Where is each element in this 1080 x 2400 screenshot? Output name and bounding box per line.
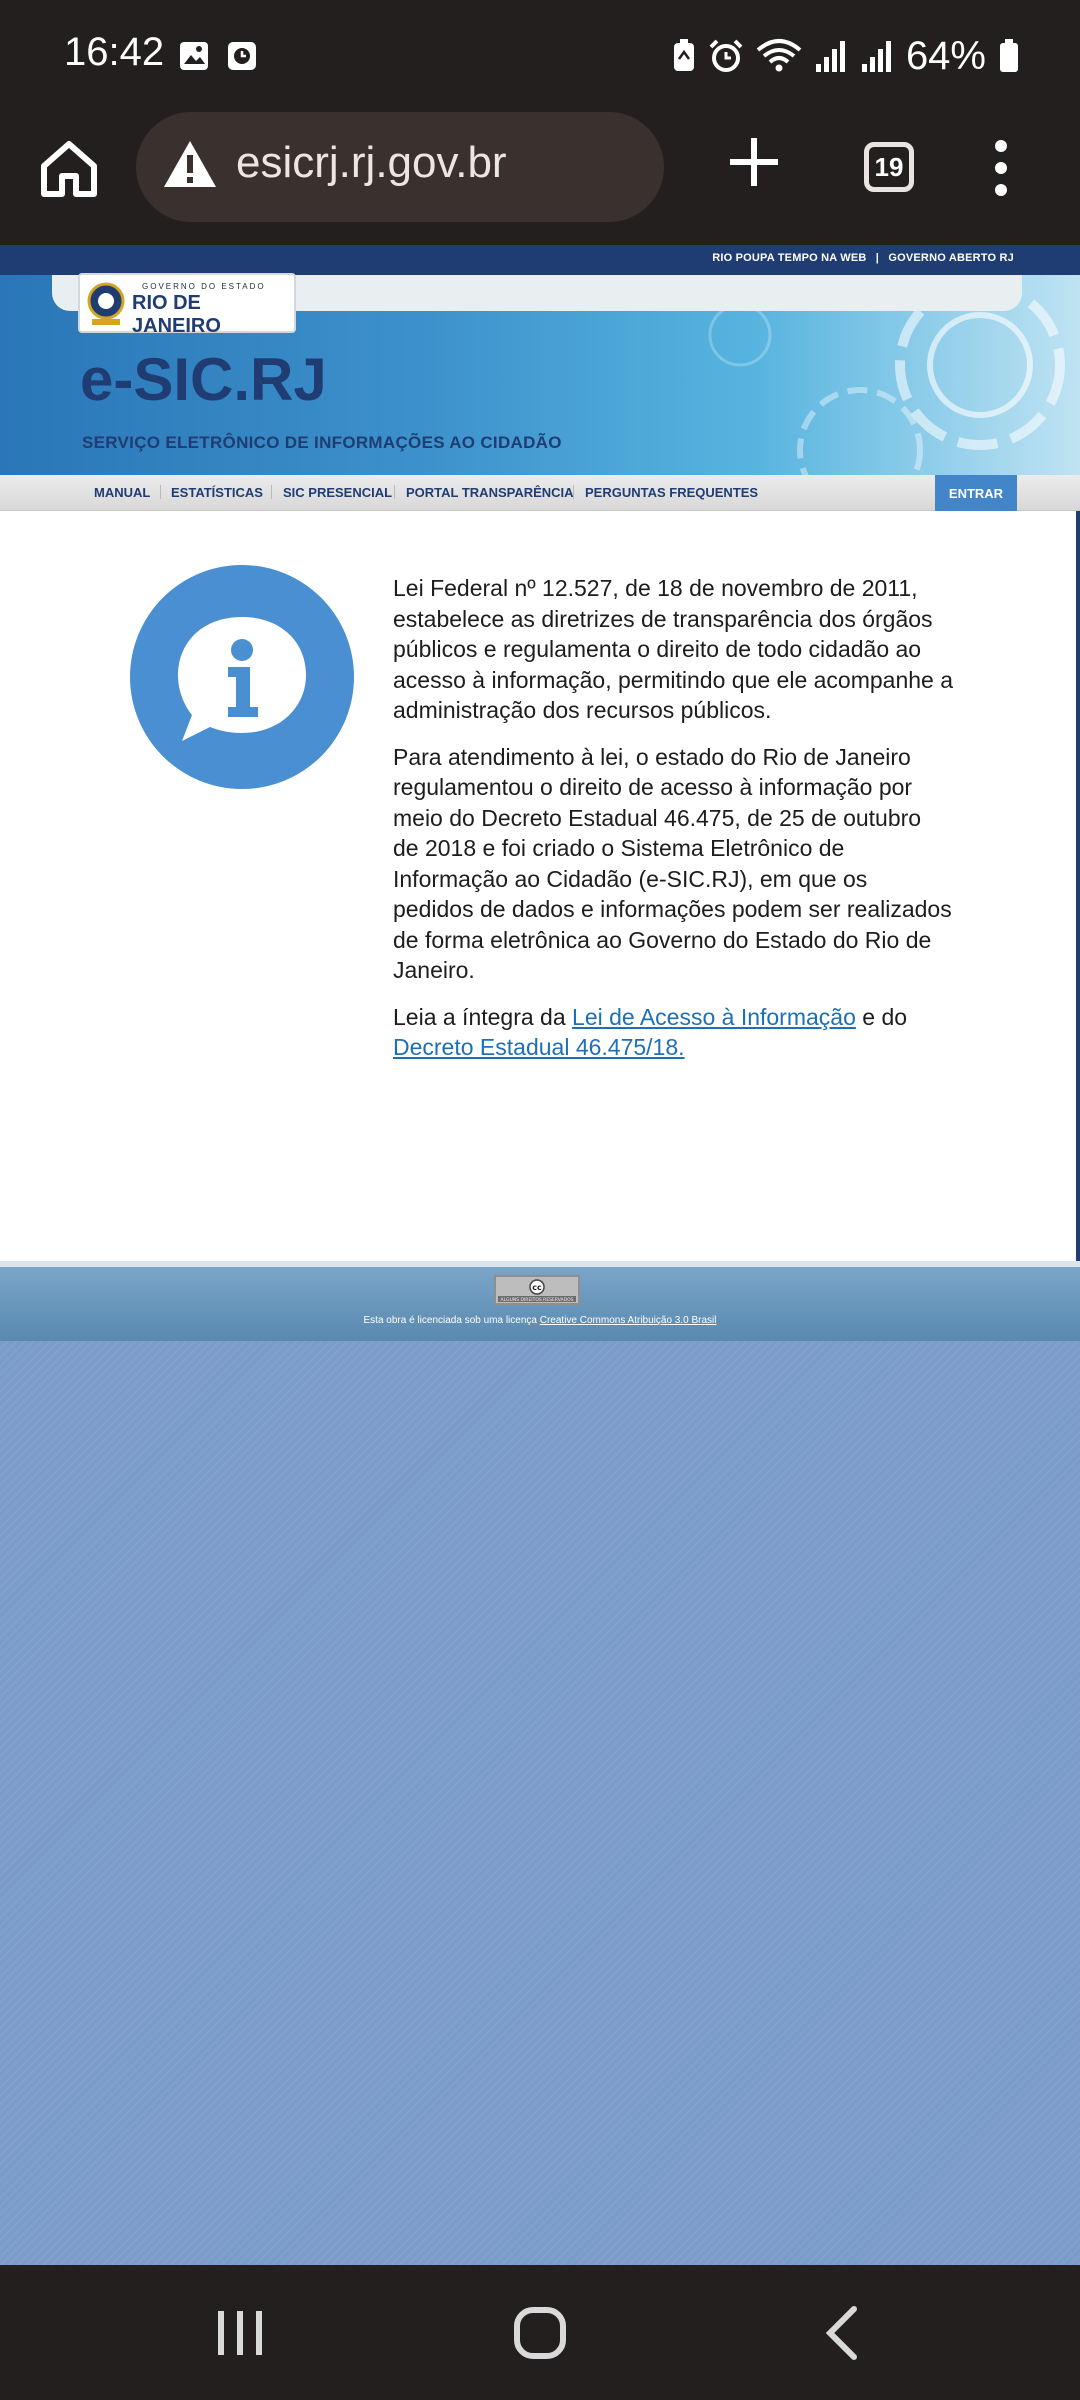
status-time: 16:42: [64, 30, 165, 74]
android-navigation-bar: [0, 2265, 1080, 2400]
entrar-label: ENTRAR: [948, 485, 1004, 501]
link-rio-poupa-tempo[interactable]: RIO POUPA TEMPO NA WEB: [712, 252, 866, 264]
nav-separator: [394, 485, 395, 499]
state-coat-of-arms-icon: [87, 282, 125, 325]
banner-subtitle: SERVIÇO ELETRÔNICO DE INFORMAÇÕES AO CID…: [82, 433, 562, 452]
nav-manual[interactable]: MANUAL: [94, 485, 150, 500]
banner-title: e-SIC.RJ: [80, 346, 327, 413]
link-lei-acesso[interactable]: Lei de Acesso à Informação: [572, 1004, 856, 1030]
webpage: RIO POUPA TEMPO NA WEB | GOVERNO ABERTO …: [0, 245, 1080, 2265]
entrar-button[interactable]: ENTRAR: [935, 475, 1017, 511]
nav-separator: [271, 485, 272, 499]
nav-perguntas-frequentes[interactable]: PERGUNTAS FREQUENTES: [585, 485, 758, 500]
top-links: RIO POUPA TEMPO NA WEB | GOVERNO ABERTO …: [706, 252, 1014, 264]
battery-saver-icon: [673, 39, 694, 71]
paragraph-3-middle: e do: [855, 1003, 908, 1030]
home-icon[interactable]: [34, 134, 104, 204]
site-header: e-SIC.RJ SERVIÇO ELETRÔNICO DE INFORMAÇÕ…: [0, 273, 1080, 1261]
content-text: Lei Federal nº 12.527, de 18 de novembro…: [393, 573, 953, 1079]
main-content: Lei Federal nº 12.527, de 18 de novembro…: [0, 511, 1080, 1261]
link-creative-commons[interactable]: Creative Commons Atribuição 3.0 Brasil: [540, 1315, 717, 1326]
paragraph-3: Leia a íntegra da Lei de Acesso à Inform…: [393, 1002, 953, 1063]
status-right-cluster: 64%: [672, 30, 1020, 82]
logo-small-text: GOVERNO DO ESTADO: [142, 282, 266, 291]
tab-count: 19: [874, 151, 904, 182]
home-circle-icon[interactable]: [510, 2303, 570, 2363]
nav-separator: [160, 485, 161, 499]
tabs-button[interactable]: 19: [864, 142, 914, 192]
address-bar[interactable]: esicrj.rj.gov.br: [136, 112, 664, 222]
nav-portal-transparencia[interactable]: PORTAL TRANSPARÊNCIA: [406, 485, 574, 500]
footer-text: Esta obra é licenciada sob uma licença: [363, 1315, 540, 1326]
browser-toolbar: esicrj.rj.gov.br 19: [0, 112, 1080, 245]
top-links-separator: |: [875, 252, 880, 264]
paragraph-1: Lei Federal nº 12.527, de 18 de novembro…: [393, 575, 954, 723]
rio-de-janeiro-logo[interactable]: GOVERNO DO ESTADO RIO DE JANEIRO: [78, 273, 296, 337]
link-decreto-estadual[interactable]: Decreto Estadual 46.475/18.: [393, 1034, 685, 1060]
paragraph-3-prefix: Leia a íntegra da: [393, 1003, 573, 1030]
top-strip: RIO POUPA TEMPO NA WEB | GOVERNO ABERTO …: [0, 245, 1080, 275]
footer-license-text: Esta obra é licenciada sob uma licença C…: [0, 1315, 1080, 1326]
back-icon[interactable]: [814, 2303, 874, 2363]
signal-icon: [815, 41, 845, 72]
warning-icon[interactable]: [162, 138, 218, 190]
nav-sic-presencial[interactable]: SIC PRESENCIAL: [283, 485, 392, 500]
clock-app-icon: [228, 42, 256, 70]
info-icon: [130, 565, 354, 789]
site-footer: cc ALGUNS DIREITOS RESERVADOS Esta obra …: [0, 1261, 1080, 1341]
gallery-icon: [180, 42, 208, 70]
nav-estatisticas[interactable]: ESTATÍSTICAS: [171, 485, 263, 500]
site-nav: MANUAL ESTATÍSTICAS SIC PRESENCIAL PORTA…: [0, 475, 1080, 511]
battery-icon: [1000, 39, 1018, 72]
paragraph-2: Para atendimento à lei, o estado do Rio …: [393, 743, 952, 984]
status-bar: 16:42 64%: [0, 0, 1080, 112]
cc-badge-text: cc: [532, 1283, 542, 1292]
menu-dots-icon[interactable]: [986, 138, 1016, 198]
wifi-icon: [756, 39, 802, 72]
battery-percentage: 64%: [905, 33, 986, 78]
recents-icon[interactable]: [210, 2303, 270, 2363]
alarm-icon: [709, 39, 743, 72]
nav-separator: [573, 485, 574, 499]
logo-big-text: RIO DE JANEIRO: [132, 292, 221, 337]
link-governo-aberto[interactable]: GOVERNO ABERTO RJ: [888, 252, 1014, 264]
creative-commons-icon: cc ALGUNS DIREITOS RESERVADOS: [498, 1279, 576, 1303]
cc-license-badge[interactable]: cc ALGUNS DIREITOS RESERVADOS: [494, 1275, 580, 1305]
plus-icon[interactable]: [726, 134, 782, 190]
cc-badge-small-text: ALGUNS DIREITOS RESERVADOS: [501, 1297, 574, 1303]
url-text[interactable]: esicrj.rj.gov.br: [236, 138, 507, 188]
signal-icon-2: [861, 41, 891, 72]
